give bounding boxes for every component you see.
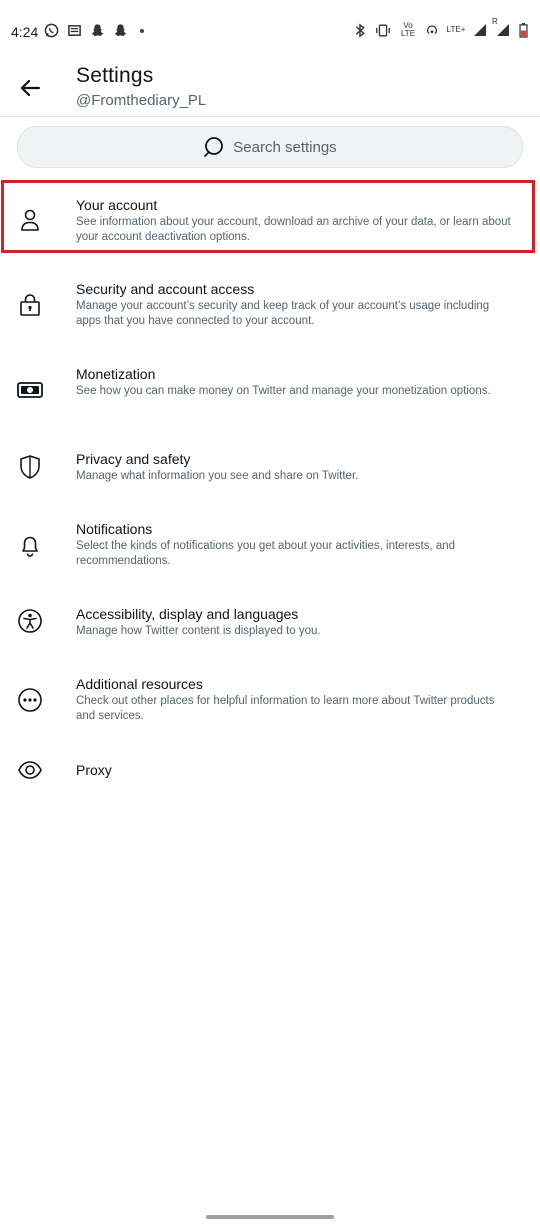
settings-item-description: See information about your account, down… (76, 216, 511, 243)
settings-item-title: Privacy and safety (76, 451, 191, 467)
settings-item-description: Manage what information you see and shar… (76, 470, 359, 482)
settings-item-security[interactable]: Security and account access Manage your … (0, 270, 540, 340)
search-input[interactable]: Search settings (17, 126, 523, 168)
status-bar: 4:24 Vo LTE LTE+ R (0, 0, 540, 66)
search-placeholder: Search settings (233, 138, 337, 156)
signal-icon (473, 23, 487, 37)
roaming-label: R (492, 17, 498, 26)
settings-item-description: Manage your account’s security and keep … (76, 300, 490, 327)
settings-item-proxy[interactable]: Proxy (0, 750, 540, 790)
settings-item-description: Select the kinds of notifications you ge… (76, 540, 456, 567)
settings-item-title: Notifications (76, 521, 153, 537)
whatsapp-icon (44, 23, 59, 38)
shield-icon (17, 454, 43, 480)
lock-icon (17, 292, 43, 318)
header: Settings @Fromthediary_PL (0, 60, 540, 116)
search-icon (203, 136, 225, 158)
settings-item-notifications[interactable]: Notifications Select the kinds of notifi… (0, 510, 540, 580)
settings-item-title: Your account (76, 197, 158, 213)
settings-item-accessibility[interactable]: Accessibility, display and languages Man… (0, 595, 540, 655)
arrow-left-icon (19, 77, 41, 99)
bluetooth-icon (354, 22, 366, 38)
roaming-signal-icon: R (492, 17, 510, 37)
account-username: @Fromthediary_PL (76, 92, 207, 109)
bell-icon (17, 532, 43, 558)
settings-item-title: Monetization (76, 366, 156, 382)
settings-item-monetization[interactable]: Monetization See how you can make money … (0, 355, 540, 425)
money-icon (17, 377, 43, 403)
settings-item-your-account[interactable]: Your account See information about your … (0, 182, 540, 252)
accessibility-icon (17, 608, 43, 634)
volte-label: Vo LTE (400, 21, 416, 38)
page-title: Settings (76, 64, 154, 87)
back-button[interactable] (14, 72, 46, 104)
notification-icons (44, 23, 144, 38)
settings-item-additional-resources[interactable]: Additional resources Check out other pla… (0, 665, 540, 735)
settings-item-privacy[interactable]: Privacy and safety Manage what informati… (0, 440, 540, 500)
person-icon (17, 207, 43, 233)
status-time: 4:24 (11, 24, 39, 40)
settings-item-description: See how you can make money on Twitter an… (76, 385, 491, 397)
more-icon (17, 687, 43, 713)
snapchat-icon (90, 23, 105, 38)
battery-icon (519, 22, 528, 38)
settings-item-description: Check out other places for helpful infor… (76, 695, 495, 722)
snapchat-icon (113, 23, 128, 38)
news-icon (67, 23, 82, 38)
eye-icon (17, 757, 43, 783)
vibrate-icon (375, 23, 391, 38)
dot-icon (140, 28, 144, 33)
lte-label: LTE+ (446, 25, 466, 34)
settings-item-title: Additional resources (76, 676, 203, 692)
hotspot-icon (425, 23, 439, 37)
settings-item-description: Manage how Twitter content is displayed … (76, 625, 321, 637)
gesture-nav-handle[interactable] (206, 1215, 334, 1219)
system-icons: Vo LTE LTE+ R (354, 17, 528, 38)
header-divider (0, 116, 540, 117)
settings-item-title: Proxy (76, 762, 112, 778)
settings-item-title: Security and account access (76, 281, 255, 297)
settings-item-title: Accessibility, display and languages (76, 606, 299, 622)
